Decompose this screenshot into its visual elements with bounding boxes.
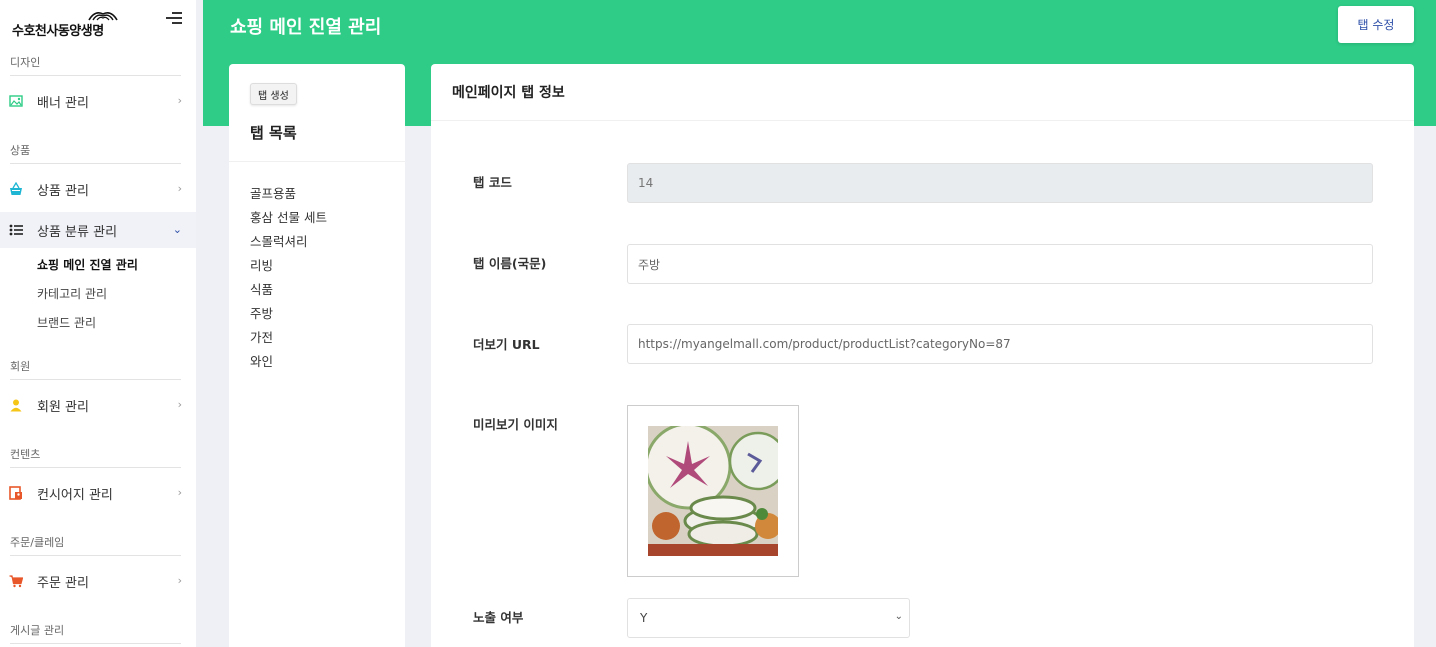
tab-code-label: 탭 코드 [473,175,512,190]
panel-title: 메인페이지 탭 정보 [452,85,565,101]
chevron-down-icon: ⌄ [172,223,182,236]
preview-image-frame[interactable] [627,405,799,577]
divider [10,75,181,76]
tab-list-item[interactable]: 와인 [250,353,327,377]
edit-tab-button[interactable]: 탭 수정 [1338,6,1414,43]
tab-list-item[interactable]: 리빙 [250,257,327,281]
create-tab-button[interactable]: 탭 생성 [250,83,297,105]
tab-name-field[interactable]: 주방 [627,244,1373,284]
tab-list-item[interactable]: 스몰럭셔리 [250,233,327,257]
more-url-label: 더보기 URL [473,337,540,352]
concierge-icon [9,486,23,500]
chevron-right-icon: › [177,398,182,411]
tab-list-item[interactable]: 홍삼 선물 세트 [250,209,327,233]
tab-list-item[interactable]: 골프용품 [250,185,327,209]
sidebar-item-label: 주문 관리 [37,575,89,591]
tab-list: 골프용품 홍삼 선물 세트 스몰럭셔리 리빙 식품 주방 가전 와인 [250,185,327,377]
user-icon [9,398,23,412]
preview-image [648,426,778,556]
section-title-product: 상품 [10,144,31,157]
chevron-right-icon: › [177,574,182,587]
divider [10,379,181,380]
section-title-design: 디자인 [10,56,41,69]
sidebar-item-member[interactable]: 회원 관리 › [0,387,196,423]
brand-name: 수호천사동양생명 [12,24,104,39]
more-url-field[interactable]: https://myangelmall.com/product/productL… [627,324,1373,364]
cart-icon [9,574,24,588]
chevron-right-icon: › [177,486,182,499]
tab-info-panel: 메인페이지 탭 정보 탭 코드 14 탭 이름(국문) 주방 더보기 URL h… [431,64,1414,647]
section-title-order: 주문/클레임 [10,536,65,549]
section-title-board: 게시글 관리 [10,624,65,637]
tab-list-title: 탭 목록 [250,124,297,142]
sidebar-item-concierge[interactable]: 컨시어지 관리 › [0,475,196,511]
sidebar-item-order[interactable]: 주문 관리 › [0,563,196,599]
sidebar-item-label: 상품 관리 [37,183,89,199]
sidebar-subitem-shopping-main[interactable]: 쇼핑 메인 진열 관리 [37,256,138,273]
sidebar-item-label: 상품 분류 관리 [37,224,118,240]
tab-name-label: 탭 이름(국문) [473,256,547,271]
sidebar-item-label: 컨시어지 관리 [37,487,113,503]
sidebar-item-banner[interactable]: 배너 관리 › [0,83,196,119]
brand-logo[interactable]: 수호천사동양생명 [12,8,122,39]
chevron-right-icon: › [177,182,182,195]
page-title: 쇼핑 메인 진열 관리 [230,17,382,38]
image-icon [9,94,23,108]
sidebar: 수호천사동양생명 디자인 배너 관리 › 상품 상품 관리 › 상품 분류 관리… [0,0,196,647]
chevron-down-icon: ⌄ [894,611,903,622]
visibility-select[interactable]: Y ⌄ [627,598,910,638]
basket-icon [9,181,23,196]
sidebar-item-product[interactable]: 상품 관리 › [0,171,196,207]
section-title-contents: 컨텐츠 [10,448,41,461]
divider [431,120,1414,121]
sidebar-item-product-category[interactable]: 상품 분류 관리 ⌄ [0,212,196,248]
divider [229,161,405,162]
tab-list-item[interactable]: 식품 [250,281,327,305]
divider [10,643,181,644]
sidebar-toggle-icon[interactable] [166,12,182,26]
chevron-right-icon: › [177,94,182,107]
tab-list-item[interactable]: 가전 [250,329,327,353]
sidebar-subitem-brand[interactable]: 브랜드 관리 [37,314,96,331]
sidebar-item-label: 배너 관리 [37,95,89,111]
visibility-label: 노출 여부 [473,610,524,625]
tab-list-panel: 탭 생성 탭 목록 골프용품 홍삼 선물 세트 스몰럭셔리 리빙 식품 주방 가… [229,64,405,647]
divider [10,163,181,164]
tab-list-item[interactable]: 주방 [250,305,327,329]
divider [10,555,181,556]
sidebar-item-label: 회원 관리 [37,399,89,415]
list-icon [9,223,23,237]
divider [10,467,181,468]
sidebar-subitem-category[interactable]: 카테고리 관리 [37,285,107,302]
section-title-member: 회원 [10,360,31,373]
visibility-value: Y [640,611,648,625]
preview-image-label: 미리보기 이미지 [473,417,558,432]
tab-code-field: 14 [627,163,1373,203]
